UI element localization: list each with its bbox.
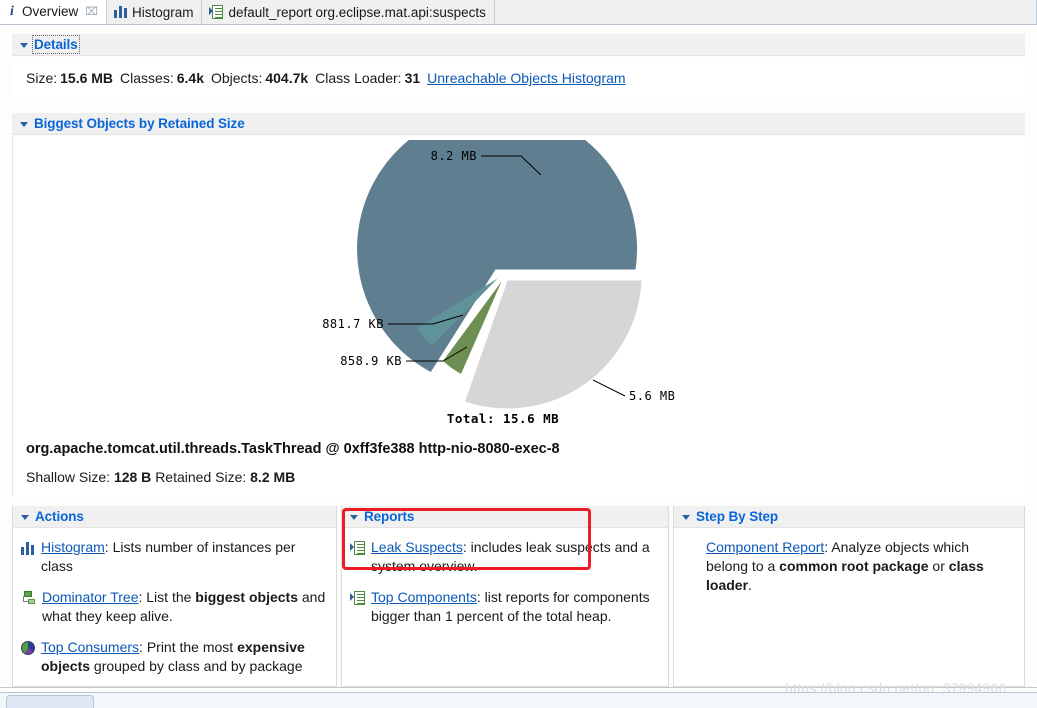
reports-panel: Reports Leak Suspects: includes leak sus… bbox=[341, 506, 669, 687]
details-objects-label: Objects: bbox=[210, 70, 263, 86]
component-report-link[interactable]: Component Report bbox=[706, 539, 824, 555]
close-icon[interactable]: ⌧ bbox=[85, 5, 98, 18]
pie-label-0: 8.2 MB bbox=[431, 149, 477, 163]
shallow-size-label: Shallow Size: bbox=[26, 469, 111, 485]
report-top-components-text: Top Components: list reports for compone… bbox=[371, 588, 658, 626]
action-dominator-tree[interactable]: Dominator Tree: List the biggest objects… bbox=[21, 588, 326, 626]
biggest-objects-title: Biggest Objects by Retained Size bbox=[34, 116, 245, 131]
biggest-object-sizes: Shallow Size: 128 B Retained Size: 8.2 M… bbox=[26, 469, 295, 485]
action-dominator-bold: biggest objects bbox=[195, 589, 298, 605]
pie-total-label: Total: 15.6 MB bbox=[447, 411, 559, 426]
reports-title: Reports bbox=[364, 509, 415, 524]
action-histogram-text: Histogram: Lists number of instances per… bbox=[41, 538, 326, 576]
leader-line-3 bbox=[592, 379, 626, 397]
action-dominator-tree-text: Dominator Tree: List the biggest objects… bbox=[42, 588, 326, 626]
action-top-consumers-text: Top Consumers: Print the most expensive … bbox=[41, 638, 326, 676]
tab-histogram-label: Histogram bbox=[131, 4, 194, 20]
details-title: Details bbox=[32, 35, 80, 54]
mat-overview-editor: i Overview ⌧ Histogram default_report or… bbox=[0, 0, 1037, 708]
chevron-down-icon[interactable] bbox=[350, 514, 358, 520]
unreachable-objects-histogram-link[interactable]: Unreachable Objects Histogram bbox=[427, 70, 625, 86]
details-classes-label: Classes: bbox=[120, 70, 174, 86]
step-by-step-panel: Step By Step Component Report: Analyze o… bbox=[673, 506, 1025, 687]
chevron-down-icon[interactable] bbox=[20, 121, 28, 127]
actions-panel-body: Histogram: Lists number of instances per… bbox=[13, 528, 336, 686]
top-components-link[interactable]: Top Components bbox=[371, 589, 477, 605]
details-section-header[interactable]: Details bbox=[12, 34, 1025, 56]
reports-panel-body: Leak Suspects: includes leak suspects an… bbox=[342, 528, 668, 686]
actions-panel: Actions Histogram: Lists number of insta… bbox=[12, 506, 337, 687]
bottom-view-strip bbox=[0, 692, 1037, 708]
pie-label-1: 881.7 KB bbox=[322, 317, 384, 331]
details-classes-value: 6.4k bbox=[176, 70, 204, 86]
chevron-down-icon[interactable] bbox=[20, 42, 28, 48]
component-report-desc-2: or bbox=[928, 558, 949, 574]
pie-label-2: 858.9 KB bbox=[340, 354, 402, 368]
shallow-size-value: 128 B bbox=[113, 469, 152, 485]
biggest-objects-section-body: 8.2 MB 881.7 KB 858.9 KB 5.6 MB Total: 1… bbox=[12, 136, 1025, 496]
actions-title: Actions bbox=[35, 509, 84, 524]
report-top-components[interactable]: Top Components: list reports for compone… bbox=[350, 588, 658, 626]
bottom-view-tab[interactable] bbox=[6, 695, 94, 708]
report-icon bbox=[209, 5, 224, 19]
tab-overview-label: Overview bbox=[22, 4, 79, 19]
details-classloader-value: 31 bbox=[404, 70, 421, 86]
biggest-objects-section-header[interactable]: Biggest Objects by Retained Size bbox=[12, 113, 1025, 135]
biggest-object-name: org.apache.tomcat.util.threads.TaskThrea… bbox=[26, 441, 560, 457]
pie-label-3: 5.6 MB bbox=[629, 389, 675, 403]
tab-default-report-label: default_report org.eclipse.mat.api:suspe… bbox=[228, 4, 486, 20]
details-classloader-label: Class Loader: bbox=[315, 70, 402, 86]
retained-size-pie-chart[interactable]: 8.2 MB 881.7 KB 858.9 KB 5.6 MB Total: 1… bbox=[293, 140, 713, 430]
report-icon bbox=[350, 541, 365, 555]
component-report-bold-1: common root package bbox=[779, 558, 929, 574]
top-consumers-link[interactable]: Top Consumers bbox=[41, 639, 139, 655]
component-report-desc-3: . bbox=[748, 577, 752, 593]
step-component-report[interactable]: Component Report: Analyze objects which … bbox=[682, 538, 1014, 595]
dominator-tree-link[interactable]: Dominator Tree bbox=[42, 589, 138, 605]
chevron-down-icon[interactable] bbox=[21, 514, 29, 520]
tab-overview[interactable]: i Overview ⌧ bbox=[0, 0, 107, 24]
retained-size-label: Retained Size: bbox=[155, 469, 247, 485]
actions-section-header[interactable]: Actions bbox=[13, 506, 336, 528]
report-leak-suspects-text: Leak Suspects: includes leak suspects an… bbox=[371, 538, 658, 576]
details-section-body: Size: 15.6 MB Classes: 6.4k Objects: 404… bbox=[12, 57, 1025, 99]
step-by-step-title: Step By Step bbox=[696, 509, 779, 524]
step-by-step-section-header[interactable]: Step By Step bbox=[674, 506, 1024, 528]
leak-suspects-link[interactable]: Leak Suspects bbox=[371, 539, 463, 555]
tab-bar-filler bbox=[494, 0, 1037, 24]
report-leak-suspects[interactable]: Leak Suspects: includes leak suspects an… bbox=[350, 538, 658, 576]
tab-histogram[interactable]: Histogram bbox=[106, 0, 203, 24]
details-size-value: 15.6 MB bbox=[60, 70, 114, 86]
editor-tab-bar: i Overview ⌧ Histogram default_report or… bbox=[0, 0, 1037, 25]
details-objects-value: 404.7k bbox=[265, 70, 309, 86]
action-consumers-desc-1: : Print the most bbox=[139, 639, 238, 655]
step-by-step-panel-body: Component Report: Analyze objects which … bbox=[674, 528, 1024, 686]
action-dominator-desc-1: : List the bbox=[138, 589, 196, 605]
chevron-down-icon[interactable] bbox=[682, 514, 690, 520]
pie-chart-svg: 8.2 MB 881.7 KB 858.9 KB 5.6 MB Total: 1… bbox=[322, 140, 675, 426]
report-icon bbox=[350, 591, 365, 605]
action-consumers-desc-2: grouped by class and by package bbox=[90, 658, 303, 674]
reports-section-header[interactable]: Reports bbox=[342, 506, 668, 528]
action-histogram[interactable]: Histogram: Lists number of instances per… bbox=[21, 538, 326, 576]
top-consumers-icon bbox=[21, 641, 35, 655]
histogram-link[interactable]: Histogram bbox=[41, 539, 105, 555]
details-size-label: Size: bbox=[26, 70, 58, 86]
retained-size-value: 8.2 MB bbox=[250, 469, 296, 485]
step-component-report-text: Component Report: Analyze objects which … bbox=[706, 538, 1014, 595]
info-icon: i bbox=[10, 3, 14, 19]
dominator-tree-icon bbox=[21, 591, 36, 605]
histogram-icon bbox=[113, 6, 127, 18]
action-top-consumers[interactable]: Top Consumers: Print the most expensive … bbox=[21, 638, 326, 676]
tab-default-report[interactable]: default_report org.eclipse.mat.api:suspe… bbox=[202, 0, 495, 24]
histogram-icon bbox=[21, 542, 35, 555]
